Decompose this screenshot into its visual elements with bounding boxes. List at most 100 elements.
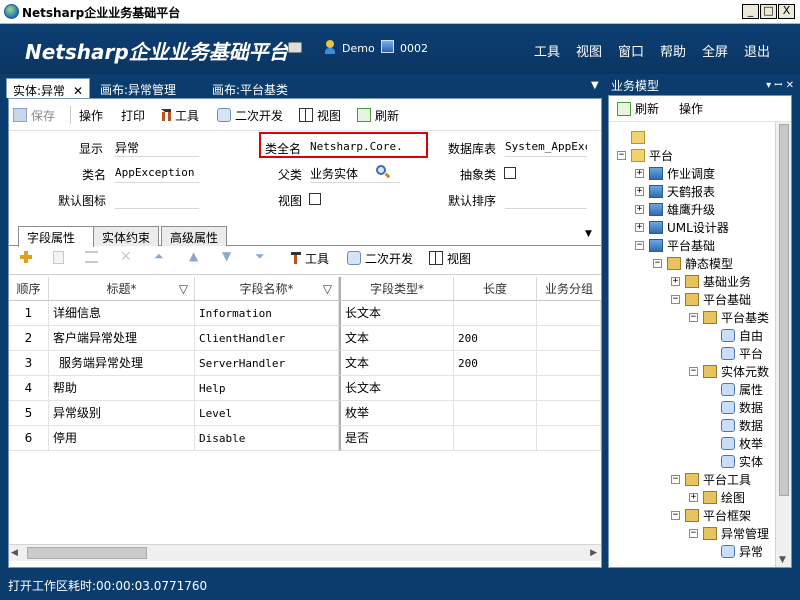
tree-node[interactable]: − 平台框架 (671, 506, 751, 524)
insert-icon[interactable] (85, 251, 98, 263)
tree-node[interactable]: 数据 (707, 398, 763, 416)
tree-node[interactable]: − 平台 (617, 146, 673, 164)
tree-node[interactable]: 属性 (707, 380, 763, 398)
collapse-icon[interactable]: − (689, 312, 698, 322)
col-header-group[interactable]: 业务分组 (537, 277, 601, 301)
minimize-button[interactable]: _ (742, 4, 759, 19)
cell-length[interactable]: 200 (454, 326, 537, 351)
expand-icon[interactable]: + (635, 168, 644, 178)
tab-entity-constraints[interactable]: 实体约束 (93, 226, 160, 246)
cell-length[interactable] (454, 376, 537, 401)
tree-refresh-button[interactable]: 刷新 (617, 100, 659, 117)
view-button[interactable]: 视图 (299, 103, 341, 127)
tree-node[interactable]: + 天鹤报表 (635, 182, 715, 200)
panel-controls-icon[interactable]: ▾ ꟷ ✕ (766, 77, 794, 91)
cell-length[interactable] (454, 301, 537, 326)
tabs-dropdown-icon[interactable]: ▼ (591, 80, 599, 91)
tree-vertical-scrollbar[interactable]: ▼ (775, 122, 791, 567)
horizontal-scrollbar[interactable]: ◀ ▶ (9, 544, 601, 561)
cell-group[interactable] (537, 301, 601, 326)
expand-icon[interactable]: + (635, 222, 644, 232)
cell-title[interactable]: 帮助 (49, 376, 195, 401)
cell-seq[interactable]: 4 (9, 376, 49, 401)
move-up-icon[interactable]: ▲ (189, 249, 198, 263)
tree-node[interactable]: − 异常管理 (689, 524, 769, 542)
scroll-left-icon[interactable]: ◀ (11, 548, 18, 558)
cell-seq[interactable]: 3 (9, 351, 49, 376)
cell-field-name[interactable]: Information (195, 301, 339, 326)
expand-icon[interactable]: + (635, 204, 644, 214)
tree-action-button[interactable]: 操作 (679, 100, 703, 117)
display-field[interactable]: 异常 (115, 139, 199, 157)
tree-node[interactable]: + 雄鹰升级 (635, 200, 715, 218)
move-bottom-icon[interactable]: ⏷ (255, 249, 265, 264)
fullname-field[interactable]: Netsharp.Core. (310, 139, 422, 157)
tree-node[interactable]: 异常 (707, 542, 763, 560)
cell-field-name[interactable]: ClientHandler (195, 326, 339, 351)
cell-field-type[interactable]: 枚举 (339, 401, 454, 426)
cell-length[interactable] (454, 426, 537, 451)
collapse-icon[interactable]: − (617, 150, 626, 160)
default-sort-field[interactable] (505, 191, 587, 209)
menu-exit[interactable]: 退出 (744, 41, 770, 60)
cell-title[interactable]: 详细信息 (49, 301, 195, 326)
default-icon-field[interactable] (115, 191, 199, 209)
tree-node[interactable]: 平台 (707, 344, 763, 362)
col-header-title[interactable]: 标题* ▽ (49, 277, 195, 301)
abstract-checkbox[interactable] (504, 167, 516, 179)
cell-field-name[interactable]: Level (195, 401, 339, 426)
scrollbar-thumb[interactable] (27, 547, 147, 559)
scroll-down-icon[interactable]: ▼ (779, 555, 786, 565)
collapse-icon[interactable]: − (635, 240, 644, 250)
scrollbar-thumb[interactable] (779, 124, 789, 496)
tools-button[interactable]: 工具 (161, 103, 199, 127)
tree-node[interactable]: 数据 (707, 416, 763, 434)
sub-view-button[interactable]: 视图 (429, 246, 471, 270)
cell-title[interactable]: 停用 (49, 426, 195, 451)
tree-node[interactable]: + UML设计器 (635, 218, 729, 236)
sub-tools-button[interactable]: 工具 (291, 246, 329, 270)
collapse-icon[interactable]: − (671, 294, 680, 304)
tab-entity-exception[interactable]: 实体:异常 ✕ (6, 78, 91, 98)
action-button[interactable]: 操作 (79, 103, 103, 127)
move-top-icon[interactable]: ⏶ (154, 249, 164, 264)
tab-field-properties[interactable]: 字段属性 (18, 226, 94, 247)
cell-field-type[interactable]: 文本 (339, 326, 454, 351)
col-header-field[interactable]: 字段名称* ▽ (195, 277, 339, 301)
cell-field-name[interactable]: ServerHandler (195, 351, 339, 376)
col-header-type[interactable]: 字段类型* (339, 277, 454, 301)
view-checkbox[interactable] (309, 193, 321, 205)
filter-icon[interactable]: ▽ (323, 277, 332, 300)
tree-node[interactable]: 实体 (707, 452, 763, 470)
cell-group[interactable] (537, 401, 601, 426)
tree-node[interactable]: − 平台基类 (689, 308, 769, 326)
cell-field-name[interactable]: Disable (195, 426, 339, 451)
add-icon[interactable] (19, 250, 33, 264)
subtabs-dropdown-icon[interactable]: ▼ (585, 229, 592, 239)
collapse-icon[interactable]: − (689, 366, 698, 376)
collapse-icon[interactable]: − (671, 474, 680, 484)
menu-view[interactable]: 视图 (576, 41, 602, 60)
collapse-icon[interactable]: − (653, 258, 662, 268)
cell-title[interactable]: 异常级别 (49, 401, 195, 426)
save-button[interactable]: 保存 (13, 103, 55, 127)
tree-node[interactable]: − 静态模型 (653, 254, 733, 272)
cell-field-type[interactable]: 文本 (339, 351, 454, 376)
col-header-seq[interactable]: 顺序 (9, 277, 49, 301)
tree-node[interactable]: 枚举 (707, 434, 763, 452)
maximize-button[interactable]: □ (760, 4, 777, 19)
tree-node[interactable]: − 平台基础 (635, 236, 715, 254)
cell-length[interactable]: 200 (454, 351, 537, 376)
cell-field-type[interactable]: 长文本 (339, 376, 454, 401)
refresh-button[interactable]: 刷新 (357, 103, 399, 127)
expand-icon[interactable]: + (671, 276, 680, 286)
tab-canvas-exception-mgmt[interactable]: 画布:异常管理 (94, 78, 182, 98)
move-down-icon[interactable]: ▼ (222, 249, 231, 263)
col-header-length[interactable]: 长度 (454, 277, 537, 301)
cell-seq[interactable]: 6 (9, 426, 49, 451)
menu-tools[interactable]: 工具 (534, 41, 560, 60)
cell-group[interactable] (537, 376, 601, 401)
tree-node[interactable]: + 绘图 (689, 488, 745, 506)
menu-window[interactable]: 窗口 (618, 41, 644, 60)
cell-group[interactable] (537, 351, 601, 376)
